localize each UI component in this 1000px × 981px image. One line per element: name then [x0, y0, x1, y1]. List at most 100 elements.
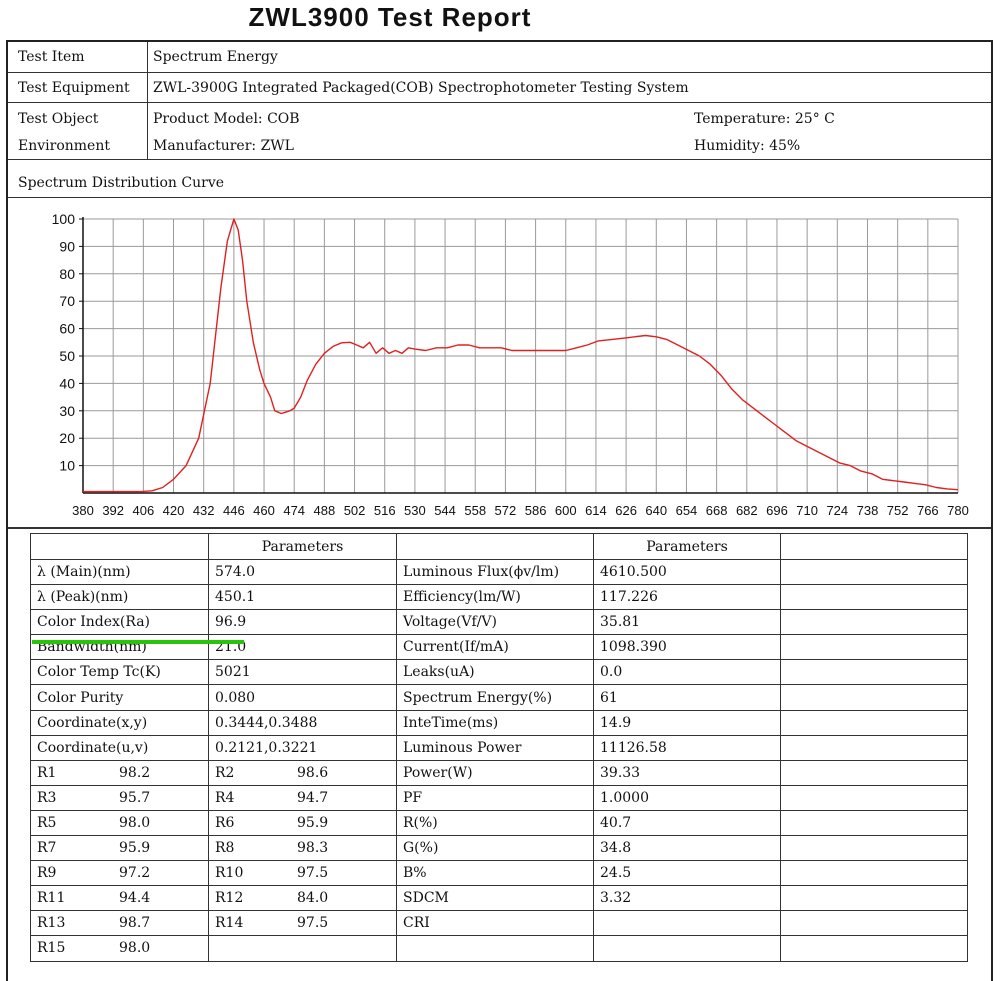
parameters-header-right: Parameters: [593, 533, 781, 560]
param-value: 0.080: [208, 684, 397, 711]
param-value: 117.226: [593, 584, 781, 611]
spectrum-line: [83, 218, 959, 493]
r-cell: R6 95.9: [208, 809, 397, 837]
r-cell: R15 98.0: [30, 935, 209, 962]
x-tick-label: 614: [585, 503, 607, 518]
r-label: R12: [215, 890, 244, 907]
y-tick-label: 60: [59, 321, 75, 337]
table-row: R15 98.0: [30, 935, 968, 962]
r-cell: R14 97.5: [208, 910, 397, 937]
table-cell: [780, 809, 968, 837]
r-value: 98.0: [119, 814, 151, 831]
param-value: 40.7: [593, 809, 781, 837]
r-label: R13: [37, 915, 66, 932]
param-label: G(%): [396, 835, 594, 862]
param-label: [396, 935, 594, 962]
x-tick-label: 392: [102, 503, 124, 518]
table-cell: [780, 784, 968, 811]
r-label: R8: [215, 840, 235, 857]
param-label: SDCM: [396, 885, 594, 912]
r-cell: R12 84.0: [208, 885, 397, 912]
table-row: R11 94.4 R12 84.0 SDCM 3.32: [30, 885, 968, 912]
r-cell: R4 94.7: [208, 784, 397, 811]
y-tick-label: 80: [59, 266, 75, 282]
x-tick-label: 544: [434, 503, 456, 518]
param-label: Power(W): [396, 759, 594, 786]
y-tick-label: 100: [52, 211, 76, 227]
r-label: R11: [37, 890, 66, 907]
r-value: 97.5: [297, 915, 329, 932]
table-row: Coordinate(x,y) 0.3444,0.3488 InteTime(ms)…: [30, 709, 968, 736]
r-cell: R9 97.2: [30, 860, 209, 887]
table-row: Color Temp Tc(K) 5021 Leaks(uA) 0.0: [30, 659, 968, 686]
r-label: R15: [37, 940, 66, 957]
table-cell: [780, 558, 968, 586]
param-label: Luminous Flux(ϕv/lm): [396, 558, 594, 586]
chart-axes: [79, 217, 958, 494]
param-value: 574.0: [208, 558, 397, 586]
x-tick-label: 600: [555, 503, 577, 518]
param-value: 0.2121,0.3221: [208, 734, 397, 761]
param-value: 35.81: [593, 609, 781, 636]
y-tick-label: 30: [59, 403, 75, 419]
table-cell: [780, 910, 968, 937]
table-row: Bandwidth(nm) 21.0 Current(If/mA) 1098.390: [30, 634, 968, 661]
x-tick-label: 682: [736, 503, 758, 518]
r-cell: [208, 935, 397, 962]
r-value: 94.4: [119, 890, 151, 907]
y-tick-labels: 10 20 30 40 50 60 70 80 90 100: [52, 211, 76, 474]
table-cell: [780, 860, 968, 887]
param-value: [593, 910, 781, 937]
x-tick-label: 406: [132, 503, 154, 518]
x-tick-label: 446: [223, 503, 245, 518]
param-value: 0.3444,0.3488: [208, 709, 397, 736]
param-value: 1098.390: [593, 634, 781, 661]
param-label: Luminous Power: [396, 734, 594, 761]
table-header-row: Parameters Parameters: [30, 533, 968, 560]
param-label: Coordinate(u,v): [30, 734, 209, 761]
param-label: Leaks(uA): [396, 659, 594, 686]
table-cell: [780, 885, 968, 912]
param-label: λ (Main)(nm): [30, 558, 209, 586]
parameters-table: Parameters Parameters λ (Main)(nm) 574.0 L…: [30, 533, 968, 962]
y-tick-label: 90: [59, 238, 75, 254]
table-row: R9 97.2 R10 97.5 B% 24.5: [30, 860, 968, 887]
x-tick-label: 586: [525, 503, 547, 518]
r-label: R1: [37, 764, 57, 781]
x-tick-label: 640: [645, 503, 667, 518]
x-tick-labels: 380 392 406 420 432 446 460 474 488 502 516 530 544 5…: [72, 503, 969, 518]
table-row: Coordinate(u,v) 0.2121,0.3221 Luminous Pow…: [30, 734, 968, 761]
r-label: R5: [37, 814, 57, 831]
r-value: 97.5: [297, 865, 329, 882]
r-label: R7: [37, 840, 57, 857]
param-value: 96.9: [208, 609, 397, 636]
x-tick-label: 668: [706, 503, 728, 518]
r-value: 95.9: [297, 814, 329, 831]
chart-series: [83, 218, 959, 493]
x-tick-label: 654: [676, 503, 698, 518]
param-label: CRI: [396, 910, 594, 937]
param-value: 21.0: [208, 634, 397, 661]
table-row: R3 95.7 R4 94.7 PF 1.0000: [30, 784, 968, 811]
table-row: Color Index(Ra) 96.9 Voltage(Vf/V) 35.81: [30, 609, 968, 636]
x-tick-label: 766: [917, 503, 939, 518]
param-value: 1.0000: [593, 784, 781, 811]
r-cell: R8 98.3: [208, 835, 397, 862]
r-value: 95.7: [119, 789, 151, 806]
param-label: Color Temp Tc(K): [30, 659, 209, 686]
r-label: R3: [37, 789, 57, 806]
table-cell: [780, 584, 968, 611]
x-tick-label: 502: [344, 503, 366, 518]
table-row: λ (Peak)(nm) 450.1 Efficiency(lm/W) 117.226: [30, 584, 968, 611]
table-row: R7 95.9 R8 98.3 G(%) 34.8: [30, 835, 968, 862]
param-value: 0.0: [593, 659, 781, 686]
x-tick-label: 420: [163, 503, 185, 518]
r-cell: R11 94.4: [30, 885, 209, 912]
x-tick-label: 780: [947, 503, 969, 518]
x-tick-label: 530: [404, 503, 426, 518]
r-label: R10: [215, 865, 244, 882]
r-cell: R1 98.2: [30, 759, 209, 786]
x-tick-label: 752: [887, 503, 909, 518]
table-row: Color Purity 0.080 Spectrum Energy(%) 61: [30, 684, 968, 711]
x-tick-label: 738: [857, 503, 879, 518]
